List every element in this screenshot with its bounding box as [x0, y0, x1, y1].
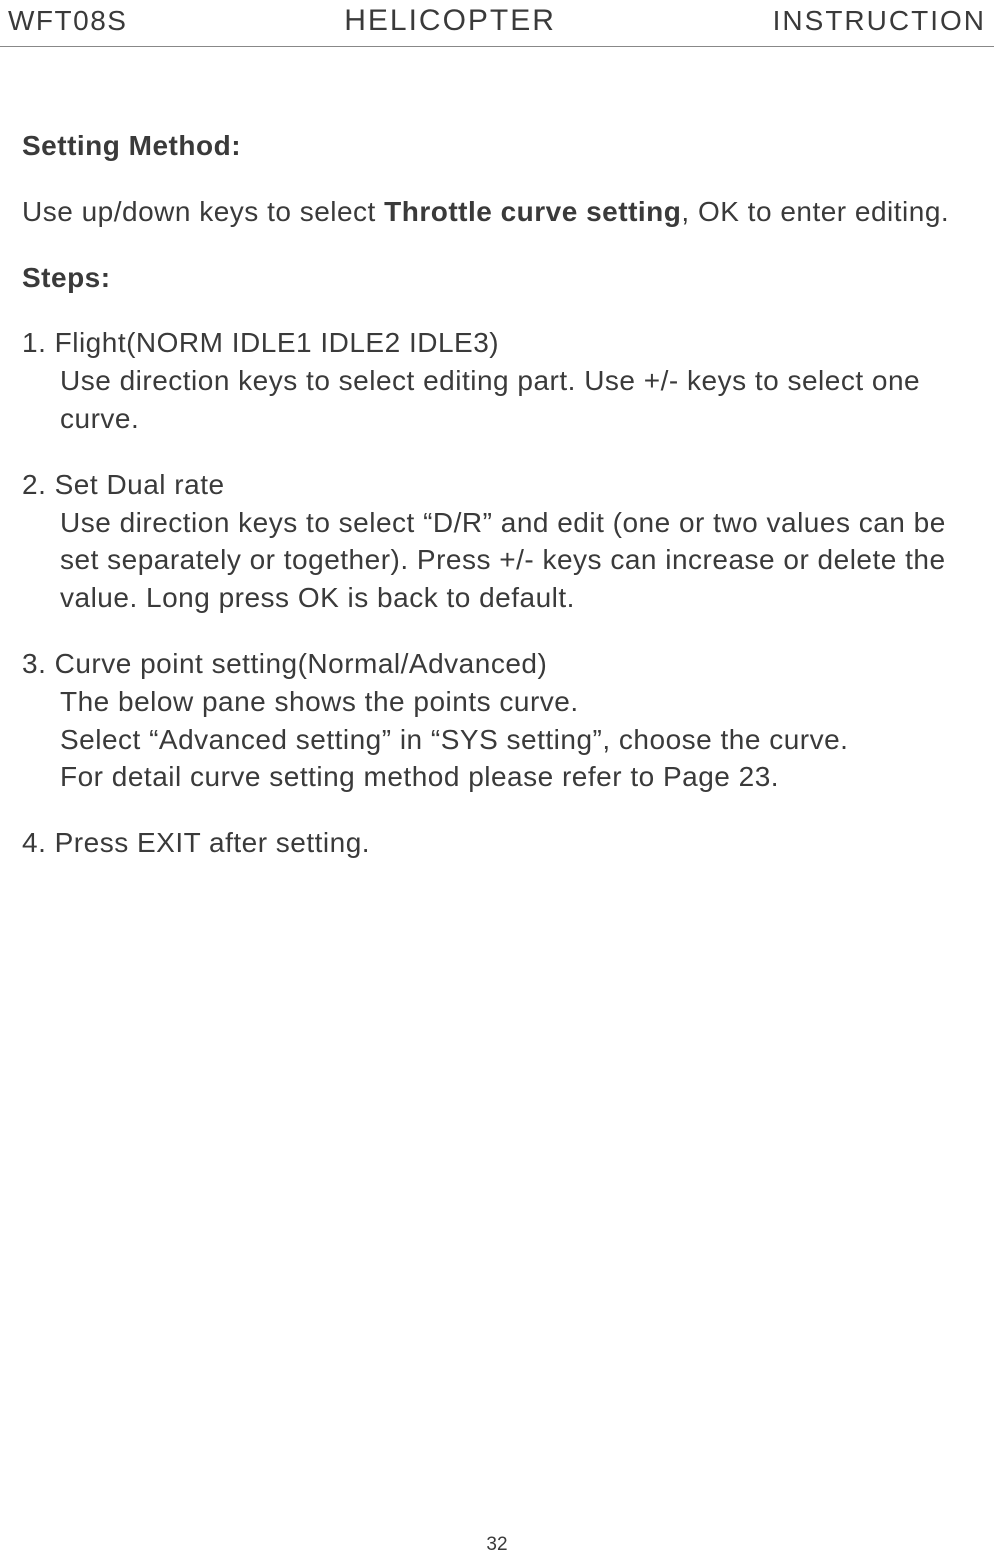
step-2: 2. Set Dual rate Use direction keys to s… [22, 466, 972, 617]
step-1-header: 1. Flight(NORM IDLE1 IDLE2 IDLE3) [22, 324, 972, 362]
step-3-header: 3. Curve point setting(Normal/Advanced) [22, 645, 972, 683]
step-2-header: 2. Set Dual rate [22, 466, 972, 504]
intro-suffix: , OK to enter editing. [681, 196, 949, 227]
page-header: WFT08S HELICOPTER INSTRUCTION [0, 0, 994, 47]
header-doctype: INSTRUCTION [773, 5, 986, 37]
step-1-body: Use direction keys to select editing par… [22, 362, 972, 438]
intro-text: Use up/down keys to select Throttle curv… [22, 193, 972, 231]
step-3-line1: The below pane shows the points curve. [22, 683, 972, 721]
step-4: 4. Press EXIT after setting. [22, 824, 972, 862]
step-3: 3. Curve point setting(Normal/Advanced) … [22, 645, 972, 796]
step-4-header: 4. Press EXIT after setting. [22, 824, 972, 862]
header-category: HELICOPTER [344, 4, 556, 38]
steps-title: Steps: [22, 259, 972, 297]
step-1: 1. Flight(NORM IDLE1 IDLE2 IDLE3) Use di… [22, 324, 972, 437]
step-2-body: Use direction keys to select “D/R” and e… [22, 504, 972, 617]
header-model: WFT08S [8, 5, 127, 37]
page-number: 32 [486, 1534, 507, 1556]
step-3-line2: Select “Advanced setting” in “SYS settin… [22, 721, 972, 759]
intro-prefix: Use up/down keys to select [22, 196, 384, 227]
intro-bold: Throttle curve setting [384, 196, 681, 227]
page-content: Setting Method: Use up/down keys to sele… [0, 47, 994, 862]
step-3-line3: For detail curve setting method please r… [22, 758, 972, 796]
setting-method-title: Setting Method: [22, 127, 972, 165]
